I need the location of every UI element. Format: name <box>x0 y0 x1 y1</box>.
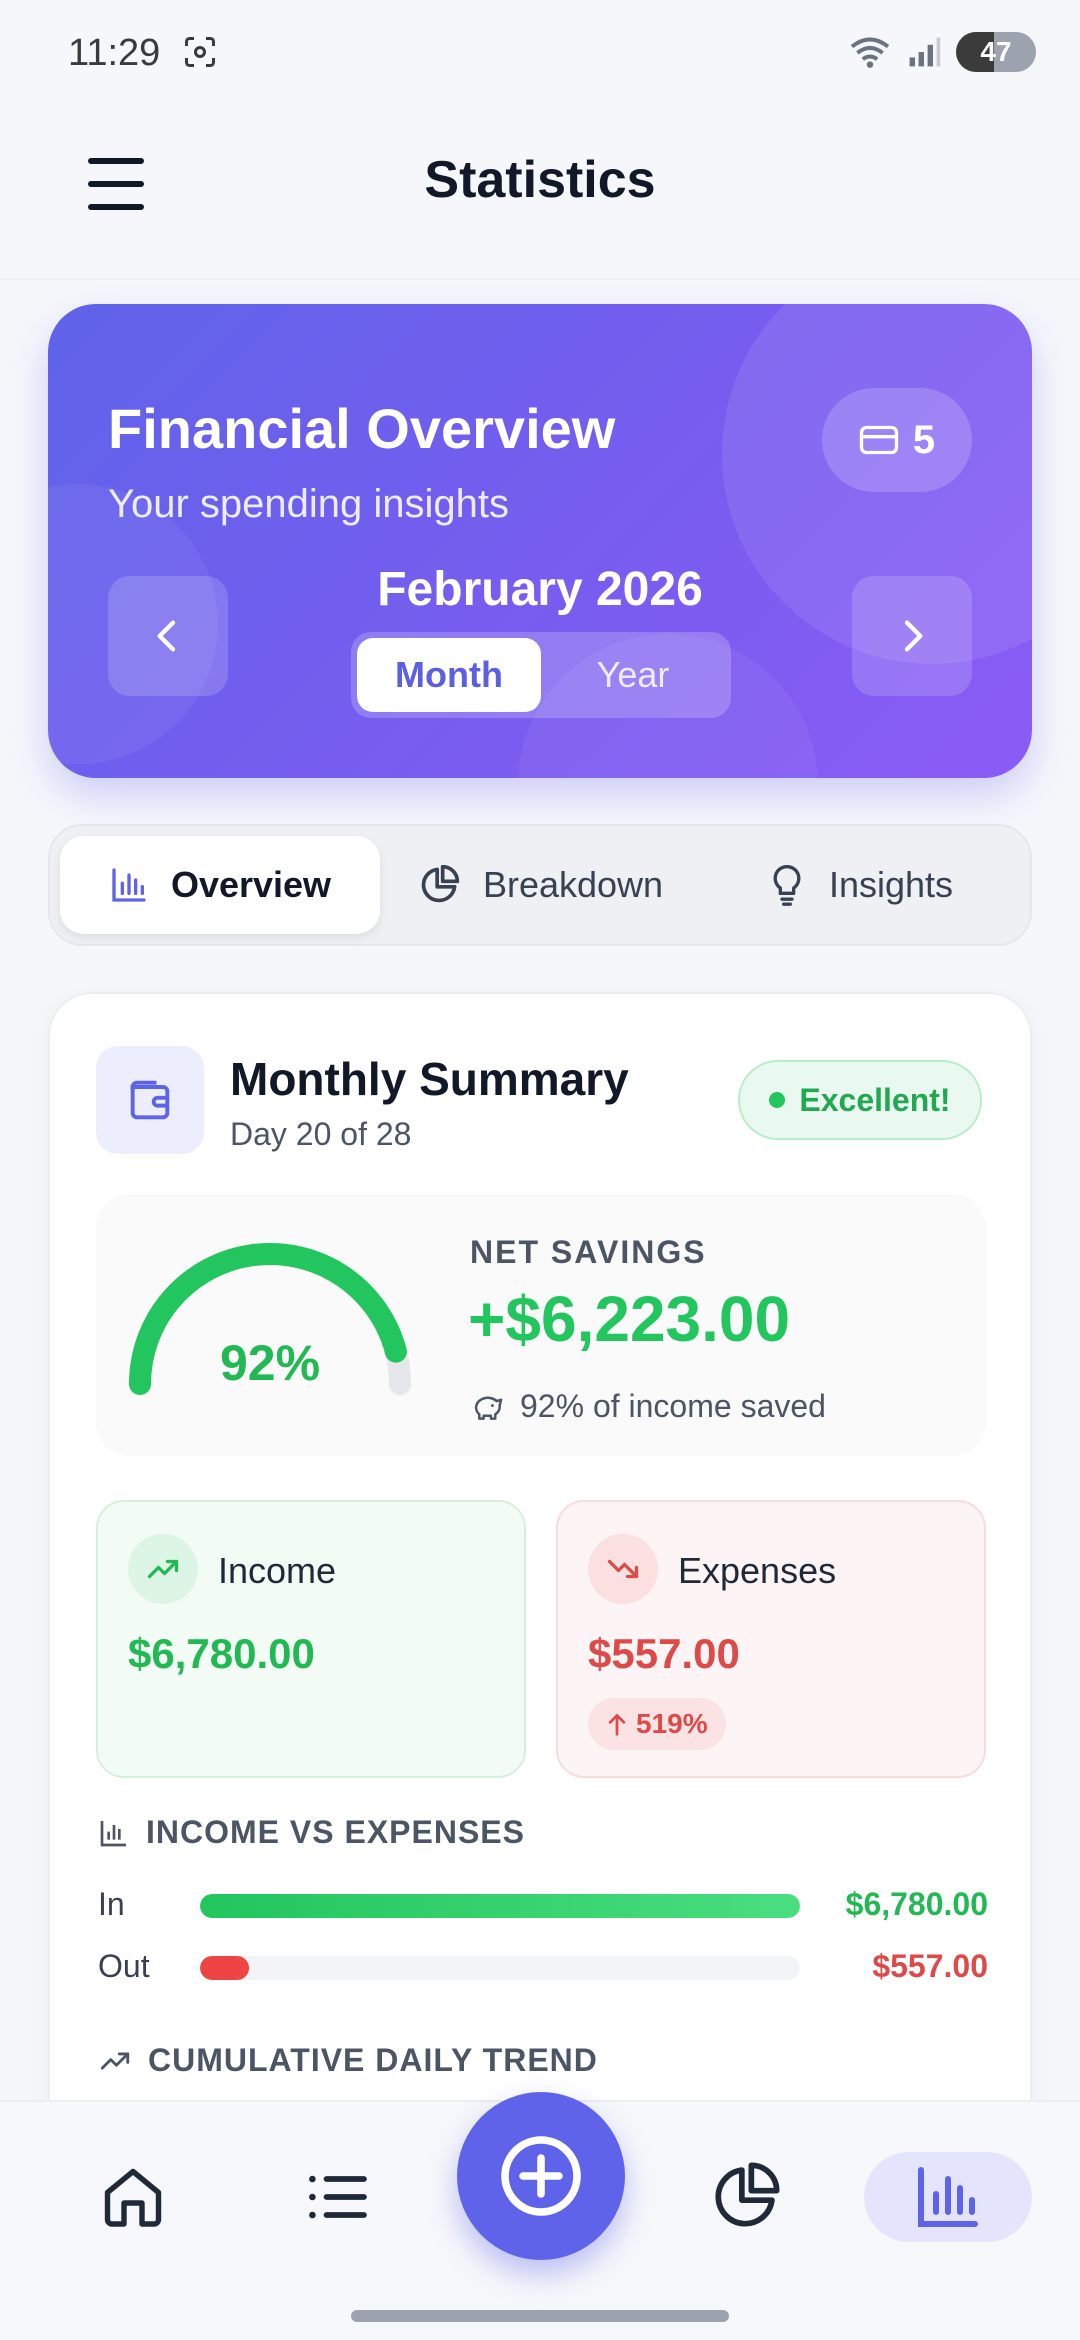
expenses-icon-box <box>588 1534 658 1604</box>
expenses-label: Expenses <box>678 1550 837 1591</box>
income-bar-row: In $6,780.00 <box>98 1878 988 1928</box>
tab-overview[interactable]: Overview <box>60 836 380 934</box>
next-period-button[interactable] <box>852 576 972 696</box>
bar-chart-icon <box>918 2167 978 2227</box>
nav-breakdown[interactable] <box>680 2152 810 2242</box>
chevron-right-icon <box>904 620 923 652</box>
chevron-left-icon <box>157 620 176 652</box>
bottom-navigation <box>0 2092 1080 2340</box>
tab-breakdown[interactable]: Breakdown <box>380 836 700 934</box>
expenses-card[interactable]: Expenses $557.00 519% <box>556 1500 986 1778</box>
expenses-change-badge: 519% <box>588 1698 726 1750</box>
screenshot-icon <box>185 37 215 67</box>
savings-gauge <box>129 1243 411 1395</box>
hero-subtitle: Your spending insights <box>108 482 510 526</box>
nav-transactions[interactable] <box>272 2152 402 2242</box>
wallet-icon-box <box>96 1046 204 1154</box>
monthly-summary-card: Monthly Summary Day 20 of 28 Excellent! … <box>48 992 1032 2192</box>
expenses-bar-label: Out <box>98 1948 150 1984</box>
financial-overview-card: Financial Overview Your spending insight… <box>48 304 1032 778</box>
bar-chart-icon <box>112 868 146 902</box>
status-indicators: 47 <box>848 32 1036 72</box>
summary-title: Monthly Summary <box>230 1053 629 1105</box>
status-dot <box>769 1092 786 1108</box>
list-icon <box>309 2175 367 2219</box>
income-label: Income <box>218 1550 337 1591</box>
expenses-bar-track <box>200 1956 800 1980</box>
expenses-bar-value: $557.00 <box>872 1948 988 1984</box>
status-bar: 11:29 47 <box>0 0 1080 110</box>
status-time: 11:29 <box>68 32 161 74</box>
summary-day-progress: Day 20 of 28 <box>230 1116 412 1152</box>
card-count-button[interactable]: 5 <box>822 388 972 492</box>
trending-up-icon <box>147 1559 179 1579</box>
stats-tabs: Overview Breakdown Insights <box>48 824 1032 946</box>
toggle-month[interactable]: Month <box>357 638 541 712</box>
trending-down-icon <box>607 1559 639 1579</box>
expenses-bar-row: Out $557.00 <box>98 1940 988 1990</box>
net-savings-note: 92% of income saved <box>470 1388 826 1425</box>
expenses-bar-fill <box>200 1956 250 1980</box>
income-vs-expenses-title: INCOME VS EXPENSES <box>146 1814 525 1850</box>
trend-icon <box>100 2052 130 2069</box>
pie-chart-icon <box>715 2162 780 2227</box>
income-bar-track <box>200 1894 800 1918</box>
card-count-value: 5 <box>912 417 936 462</box>
gauge-percent: 92% <box>219 1335 321 1391</box>
hero-title: Financial Overview <box>108 397 616 460</box>
wallet-icon <box>130 1080 170 1120</box>
net-savings-label: NET SAVINGS <box>470 1234 707 1270</box>
net-savings-note-text: 92% of income saved <box>520 1388 826 1424</box>
net-savings-panel: 92% NET SAVINGS +$6,223.00 92% of income… <box>96 1194 986 1456</box>
lightbulb-icon <box>773 864 801 906</box>
income-card[interactable]: Income $6,780.00 <box>96 1500 526 1778</box>
income-value: $6,780.00 <box>128 1630 315 1677</box>
status-badge: Excellent! <box>738 1060 982 1140</box>
net-savings-value: +$6,223.00 <box>468 1283 791 1355</box>
status-badge-label: Excellent! <box>799 1081 951 1118</box>
income-bar-fill <box>200 1894 800 1918</box>
expenses-change-value: 519% <box>636 1708 708 1739</box>
income-icon-box <box>128 1534 198 1604</box>
wifi-icon <box>850 37 890 68</box>
piggy-bank-icon <box>474 1396 503 1420</box>
home-indicator[interactable] <box>351 2310 729 2322</box>
daily-trend-title: CUMULATIVE DAILY TREND <box>148 2042 598 2078</box>
app-header: Statistics <box>0 110 1080 280</box>
battery-level: 47 <box>980 36 1012 67</box>
signal-icon <box>909 37 941 67</box>
credit-card-icon <box>859 425 899 455</box>
toggle-year[interactable]: Year <box>541 638 725 712</box>
battery-indicator: 47 <box>956 32 1036 72</box>
bar-chart-small-icon <box>100 1820 126 1846</box>
add-transaction-button[interactable] <box>457 2092 625 2260</box>
tab-insights[interactable]: Insights <box>700 836 1020 934</box>
period-toggle: Month Year <box>351 632 731 718</box>
income-vs-expenses-heading: INCOME VS EXPENSES <box>98 1814 525 1851</box>
page-title: Statistics <box>424 151 656 209</box>
home-icon <box>104 2168 162 2227</box>
income-bar-value: $6,780.00 <box>845 1886 988 1922</box>
add-icon <box>501 2136 581 2216</box>
nav-statistics[interactable] <box>864 2152 1032 2242</box>
nav-home[interactable] <box>68 2152 198 2242</box>
expenses-value: $557.00 <box>588 1630 740 1677</box>
daily-trend-heading: CUMULATIVE DAILY TREND <box>98 2042 598 2079</box>
tab-overview-label: Overview <box>170 864 332 905</box>
tab-insights-label: Insights <box>828 864 954 905</box>
arrow-up-icon <box>608 1714 626 1736</box>
tab-breakdown-label: Breakdown <box>482 864 664 905</box>
income-bar-label: In <box>98 1886 125 1922</box>
pie-chart-icon <box>421 864 460 903</box>
